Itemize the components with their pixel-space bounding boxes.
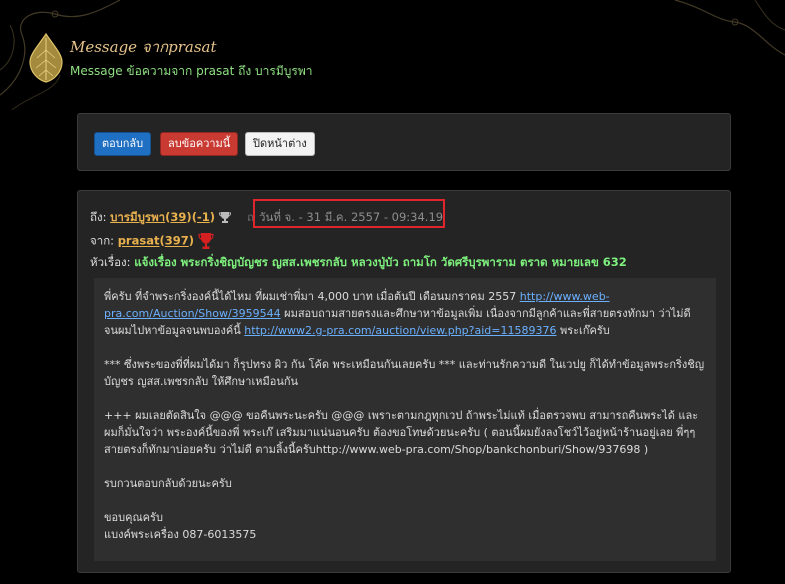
action-toolbar: ตอบกลับ ลบข้อความนี้ ปิดหน้าต่าง: [77, 113, 731, 171]
sender-user-link[interactable]: prasat: [118, 234, 160, 248]
recipient-neg-close: ): [209, 210, 215, 224]
trophy-icon: [218, 212, 231, 223]
to-label: ถึง:: [90, 210, 107, 224]
message-date: วันที่ จ. - 31 มี.ค. 2557 - 09:34.19: [259, 210, 444, 224]
page-subtitle: Message ข้อความจาก prasat ถึง บารมีบูรพา: [70, 64, 313, 78]
recipient-user-link[interactable]: บารมีบูรพา: [110, 210, 165, 224]
recipient-neg-score-link[interactable]: -1: [197, 210, 210, 224]
red-trophy-icon: [198, 233, 214, 249]
body-paragraph-1: พี่ครับ ที่จำพระกริ่งองค์นี้ได้ไหม ที่ผม…: [104, 290, 691, 337]
recipient-line: ถึง: บารมีบูรพา(39)(-1): [90, 209, 231, 227]
lotus-leaf-logo-icon: [29, 32, 63, 83]
body-paragraph-2: *** ซึ่งพระของพี่ที่ผมได้มา ก็รุปทรง ผิว…: [104, 358, 705, 388]
body-paragraph-6: แบงค์พระเครื่อง 087-6013575: [104, 528, 257, 541]
reply-button[interactable]: ตอบกลับ: [94, 132, 152, 156]
sender-score-link[interactable]: 397: [165, 234, 189, 248]
subject-line: หัวเรื่อง: แจ้งเรื่อง พระกริ่งชิญบัญชร ญ…: [90, 254, 627, 272]
page-title: Message จากprasat: [70, 38, 217, 56]
close-window-button[interactable]: ปิดหน้าต่าง: [245, 132, 315, 156]
body-paragraph-3: +++ ผมเลยตัดสินใจ @@@ ขอคืนพระนะครับ @@@…: [104, 409, 699, 456]
auction-link-gpra[interactable]: http://www2.g-pra.com/auction/view.php?a…: [244, 324, 556, 337]
subject-label: หัวเรื่อง:: [90, 255, 131, 269]
from-label: จาก:: [90, 233, 115, 248]
message-body: พี่ครับ ที่จำพระกริ่งองค์นี้ได้ไหม ที่ผม…: [94, 278, 716, 561]
corner-ornament-right: [674, 0, 785, 56]
delete-message-button[interactable]: ลบข้อความนี้: [160, 132, 239, 156]
sender-line: จาก: prasat(397): [90, 232, 214, 251]
recipient-score-link[interactable]: 39: [170, 210, 186, 224]
message-card: ถึง: บารมีบูรพา(39)(-1) ถ วันที่ จ. - 31…: [77, 190, 731, 573]
body-paragraph-5: ขอบคุณครับ: [104, 511, 163, 524]
body-paragraph-4: รบกวนตอบกลับด้วยนะครับ: [104, 477, 232, 490]
sender-score-close: ): [188, 233, 195, 248]
message-subject: แจ้งเรื่อง พระกริ่งชิญบัญชร ญสส.เพชรกลับ…: [134, 255, 627, 269]
